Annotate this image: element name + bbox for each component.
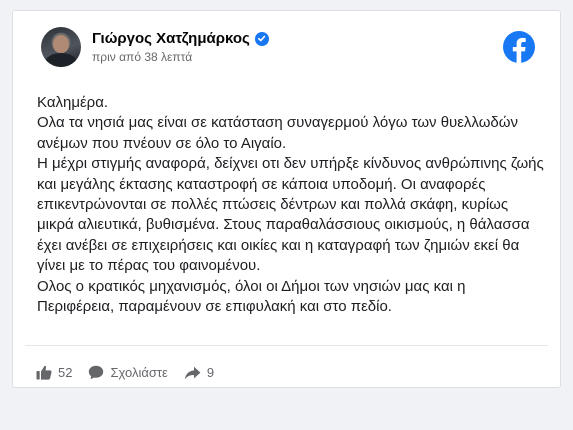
facebook-logo-icon[interactable]	[503, 31, 535, 63]
author-avatar[interactable]	[41, 27, 81, 67]
avatar-face	[53, 35, 69, 53]
facebook-post-card: Γιώργος Χατζημάρκος πριν από 38 λεπτά Κα…	[12, 10, 561, 388]
post-line: Ολος ο κρατικός μηχανισμός, όλοι οι Δήμο…	[37, 277, 466, 295]
post-line: επικεντρώνονται σε πολλές πτώσεις δέντρω…	[37, 196, 509, 214]
post-line: Περιφέρεια, παραμένουν σε επιφυλακή και …	[37, 298, 392, 316]
author-name-row: Γιώργος Χατζημάρκος	[92, 30, 269, 47]
share-count: 9	[206, 365, 215, 380]
post-line: ανέμων που πνέουν σε όλο το Αιγαίο.	[37, 134, 287, 152]
post-line: γίνει με το πέρας του φαινομένου.	[37, 257, 261, 275]
like-count: 52	[58, 365, 73, 380]
avatar-body	[45, 53, 77, 67]
thumbs-up-icon	[36, 365, 52, 380]
post-line: Η μέχρι στιγμής αναφορά, δείχνει οτι δεν…	[37, 155, 544, 173]
share-arrow-icon	[184, 366, 201, 379]
post-line: μικρά αλιευτικά, βυθισμένα. Στους παραθα…	[37, 216, 530, 234]
post-line: Καλημέρα.	[37, 94, 109, 111]
post-line: και μεγάλης έκτασης καταστροφή σε κάποια…	[37, 175, 486, 193]
verified-badge-icon	[254, 31, 269, 46]
author-name[interactable]: Γιώργος Χατζημάρκος	[92, 30, 250, 47]
like-button[interactable]: 52	[36, 365, 72, 380]
share-button[interactable]: 9	[184, 365, 214, 380]
post-body: Καλημέρα. Ολα τα νησιά μας είναι σε κατά…	[37, 93, 547, 317]
speech-bubble-icon	[89, 365, 104, 380]
post-actions: 52 Σχολιάστε 9	[36, 365, 214, 380]
post-timestamp[interactable]: πριν από 38 λεπτά	[92, 50, 192, 64]
post-line: έχει ανέβει σε επιχειρήσεις και οικίες κ…	[37, 236, 520, 254]
comment-button[interactable]: Σχολιάστε	[88, 365, 168, 380]
post-line: Ολα τα νησιά μας είναι σε κατάσταση συνα…	[37, 114, 518, 132]
comment-label: Σχολιάστε	[110, 365, 168, 380]
actions-divider	[25, 345, 548, 346]
